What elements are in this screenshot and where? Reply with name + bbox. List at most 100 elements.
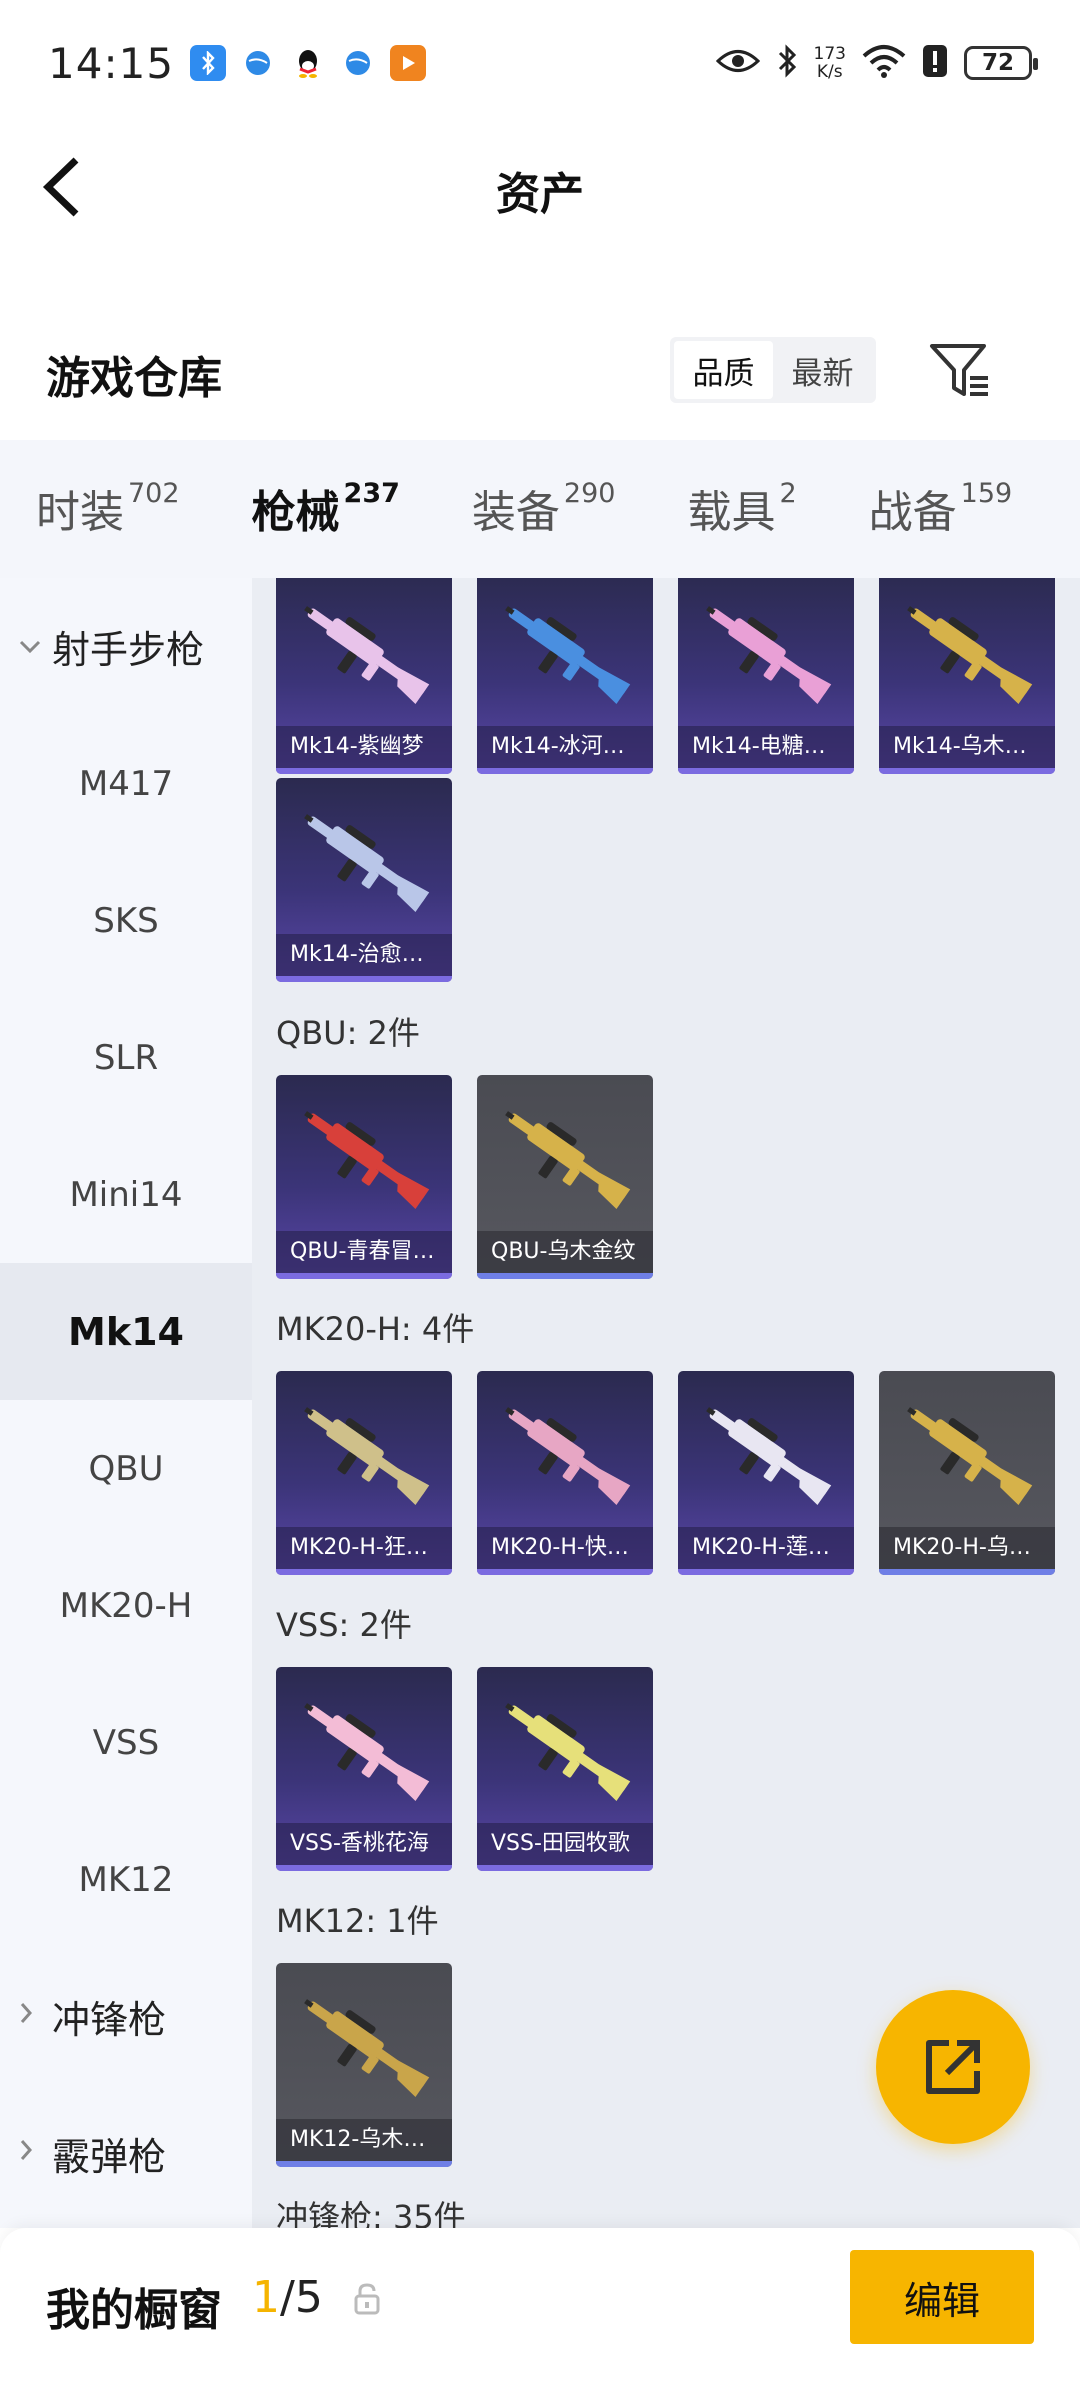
- battery-icon: 72: [964, 46, 1038, 80]
- skin-card[interactable]: VSS-香桃花海: [276, 1667, 452, 1871]
- tab-count: 237: [343, 478, 400, 509]
- rifle-icon: [706, 1407, 832, 1505]
- tab-fashion[interactable]: 时装 702: [36, 476, 180, 540]
- page-title: 资产: [496, 169, 584, 220]
- video-icon: [390, 45, 427, 81]
- skin-card[interactable]: Mk14-紫幽梦: [276, 578, 452, 774]
- sidebar-item-sks[interactable]: SKS: [0, 852, 252, 989]
- notification-icons: [190, 45, 427, 81]
- tab-count: 2: [779, 478, 797, 509]
- skin-name: Mk14-电糖…: [678, 726, 854, 768]
- section-title-vss: VSS: 2件: [276, 1606, 412, 1644]
- share-button[interactable]: [876, 1990, 1030, 2144]
- rifle-icon: [304, 1111, 430, 1209]
- skin-name: Mk14-冰河…: [477, 726, 653, 768]
- tab-label: 装备: [471, 487, 560, 538]
- sidebar-group-shotgun[interactable]: 霰弹枪: [0, 2085, 252, 2222]
- nav-header: 资产: [0, 126, 1080, 250]
- net-speed: 173 K/s: [814, 45, 846, 81]
- sidebar-item-mini14[interactable]: Mini14: [0, 1126, 252, 1263]
- sidebar-item-mk20h[interactable]: MK20-H: [0, 1537, 252, 1674]
- rifle-icon: [505, 1111, 631, 1209]
- sidebar-group-smg[interactable]: 冲锋枪: [0, 1948, 252, 2085]
- chevron-right-icon: [18, 2001, 52, 2032]
- skin-card[interactable]: Mk14-冰河…: [477, 578, 653, 774]
- section-title-mk20h: MK20-H: 4件: [276, 1310, 475, 1348]
- sidebar-item-vss[interactable]: VSS: [0, 1674, 252, 1811]
- tab-vehicles[interactable]: 载具 2: [687, 476, 796, 540]
- skin-name: QBU-乌木金纹: [477, 1231, 653, 1273]
- skin-name: MK20-H-狂…: [276, 1527, 452, 1569]
- tab-equipment[interactable]: 装备 290: [472, 476, 616, 540]
- filter-icon: [930, 344, 988, 396]
- sidebar-item-mk12[interactable]: MK12: [0, 1811, 252, 1948]
- rifle-icon: [706, 606, 832, 704]
- status-time: 14:15: [48, 38, 175, 88]
- edit-button[interactable]: 编辑: [850, 2250, 1034, 2344]
- sidebar-item-slr[interactable]: SLR: [0, 989, 252, 1126]
- skin-name: VSS-田园牧歌: [477, 1823, 653, 1865]
- rifle-icon: [304, 606, 430, 704]
- skin-card[interactable]: VSS-田园牧歌: [477, 1667, 653, 1871]
- rifle-icon: [505, 1407, 631, 1505]
- skin-card[interactable]: MK20-H-狂…: [276, 1371, 452, 1575]
- sidebar-item-m417[interactable]: M417: [0, 715, 252, 852]
- section-title-mk12: MK12: 1件: [276, 1902, 439, 1940]
- chevron-down-icon: [18, 632, 52, 662]
- tab-supplies[interactable]: 战备 159: [869, 476, 1013, 540]
- tab-count: 290: [563, 478, 616, 509]
- skin-card[interactable]: QBU-乌木金纹: [477, 1075, 653, 1279]
- lock-icon: [352, 2282, 382, 2316]
- skin-name: Mk14-紫幽梦: [276, 726, 452, 768]
- sidebar-group-marksman[interactable]: 射手步枪: [0, 578, 252, 715]
- section-title-smg: 冲锋枪: 35件: [276, 2198, 466, 2228]
- skin-name: MK20-H-乌…: [879, 1527, 1055, 1569]
- sort-latest-button[interactable]: 最新: [773, 341, 872, 399]
- net-speed-unit: K/s: [816, 62, 843, 82]
- sort-toggle: 品质 最新: [670, 337, 876, 403]
- skin-card[interactable]: MK20-H-莲…: [678, 1371, 854, 1575]
- sidebar-item-qbu[interactable]: QBU: [0, 1400, 252, 1537]
- skin-card[interactable]: Mk14-乌木…: [879, 578, 1055, 774]
- tab-label: 战备: [868, 487, 957, 538]
- status-bar: 14:15 173 K/s 72: [0, 0, 1080, 126]
- category-tabs: 时装 702 枪械 237 装备 290 载具 2 战备 159: [0, 440, 1080, 587]
- skin-card[interactable]: Mk14-电糖…: [678, 578, 854, 774]
- tab-count: 702: [128, 478, 180, 509]
- chevron-right-icon: [18, 2138, 52, 2169]
- sidebar-group-label: 霰弹枪: [52, 2135, 167, 2179]
- tab-count: 159: [960, 478, 1013, 509]
- tab-label: 时装: [36, 487, 124, 538]
- external-link-icon: [926, 2040, 980, 2094]
- rifle-icon: [907, 606, 1033, 704]
- skin-card[interactable]: Mk14-治愈…: [276, 778, 452, 982]
- system-icons: 173 K/s 72: [715, 43, 1038, 83]
- sidebar-group-label: 冲锋枪: [52, 1998, 167, 2042]
- showcase-bar: 我的橱窗 1/5 编辑: [0, 2228, 1080, 2382]
- weapon-grid: Mk14-紫幽梦 Mk14-冰河… Mk14-电糖… Mk14-乌木… Mk14…: [252, 578, 1080, 2228]
- rifle-icon: [505, 1703, 631, 1801]
- warehouse-title: 游戏仓库: [46, 353, 222, 404]
- tab-guns[interactable]: 枪械 237: [251, 476, 400, 587]
- skin-name: MK20-H-莲…: [678, 1527, 854, 1569]
- skin-card[interactable]: QBU-青春冒…: [276, 1075, 452, 1279]
- net-speed-value: 173: [813, 44, 846, 64]
- bluetooth-app-icon: [190, 45, 227, 81]
- eye-icon: [715, 46, 760, 80]
- rifle-icon: [907, 1407, 1033, 1505]
- alert-icon: [922, 44, 948, 82]
- wifi-icon: [862, 44, 906, 82]
- skin-card[interactable]: MK20-H-快…: [477, 1371, 653, 1575]
- showcase-count: 1/5: [252, 2272, 323, 2323]
- skin-card[interactable]: MK20-H-乌…: [879, 1371, 1055, 1575]
- browser-icon: [340, 45, 377, 81]
- tab-label: 枪械: [251, 487, 340, 538]
- showcase-total: /5: [280, 2272, 323, 2323]
- sort-quality-button[interactable]: 品质: [674, 341, 773, 399]
- sidebar-group-label: 射手步枪: [52, 628, 205, 672]
- skin-card[interactable]: MK12-乌木…: [276, 1963, 452, 2167]
- sidebar-item-mk14[interactable]: Mk14: [0, 1263, 252, 1400]
- filter-button[interactable]: [928, 338, 992, 402]
- skin-name: MK20-H-快…: [477, 1527, 653, 1569]
- section-title-qbu: QBU: 2件: [276, 1014, 420, 1052]
